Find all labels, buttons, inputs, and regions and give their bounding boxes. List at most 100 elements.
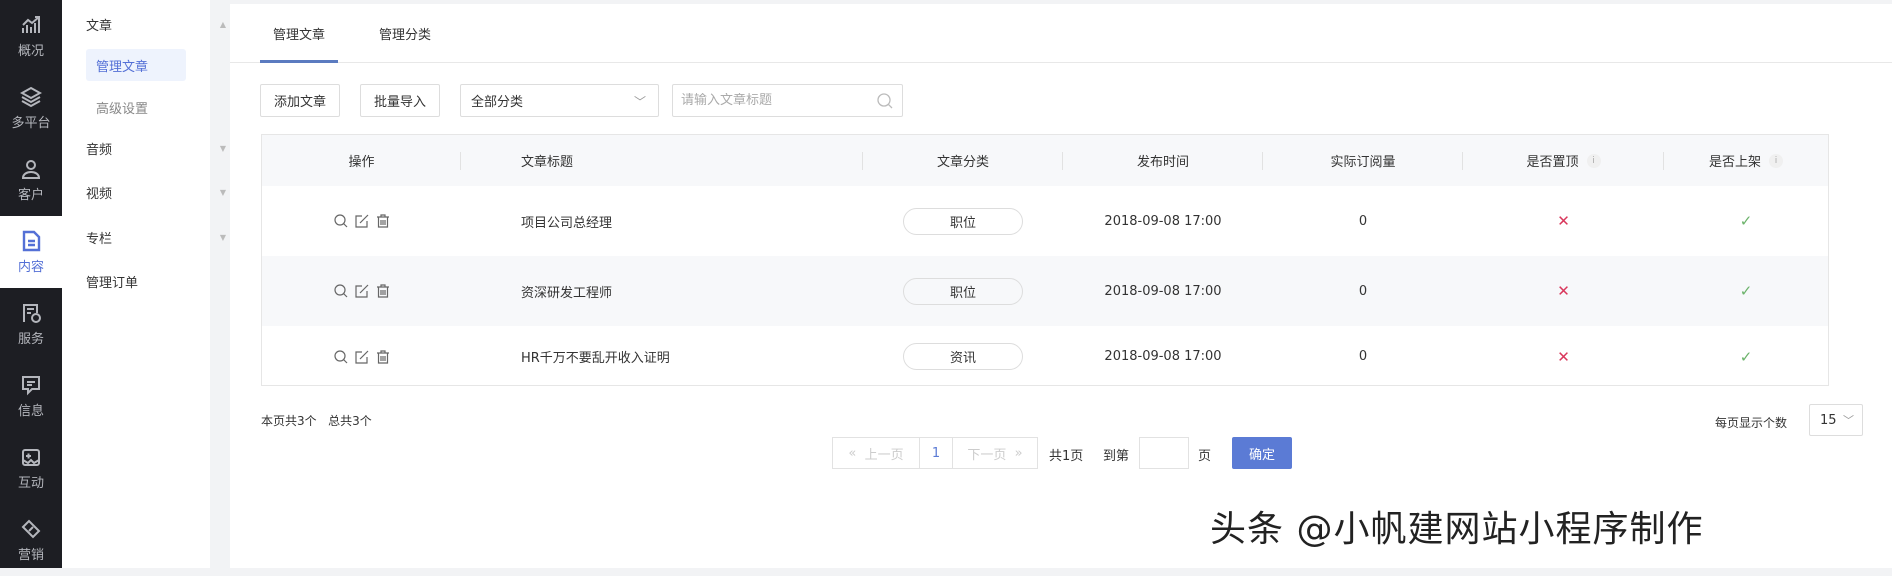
submenu-video[interactable]: 视频 ▼ <box>86 176 248 208</box>
chevron-down-icon: ▼ <box>219 232 226 242</box>
category-cell: 职位 <box>863 256 1063 326</box>
category-select[interactable]: 全部分类 ﹀ <box>460 84 659 117</box>
document-icon <box>22 230 41 251</box>
per-page-value: 15 <box>1820 412 1837 428</box>
nav-item-tag[interactable]: 营销 <box>0 504 62 576</box>
label: 文章 <box>86 18 113 34</box>
header-cell: 实际订阅量 <box>1263 135 1463 186</box>
nav-label: 概况 <box>17 43 44 59</box>
subs-cell: 0 <box>1358 349 1368 364</box>
label: 是否置顶 <box>1526 155 1579 170</box>
info-icon[interactable]: i <box>1586 153 1601 168</box>
listed-cell: ✓ <box>1664 256 1828 326</box>
per-page-label: 每页显示个数 <box>1715 416 1788 430</box>
check-icon: ✓ <box>1739 212 1753 230</box>
chevron-up-icon: ▲ <box>219 19 226 29</box>
cross-icon: ✕ <box>1557 347 1570 366</box>
nav-item-document[interactable]: 内容 <box>0 216 62 288</box>
submenu-audio[interactable]: 音频 ▼ <box>86 132 248 164</box>
subs-cell: 0 <box>1358 213 1368 229</box>
page-count: 本页共3个 <box>261 414 317 428</box>
nav-item-message[interactable]: 信息 <box>0 360 62 432</box>
confirm-button[interactable]: 确定 <box>1232 437 1292 469</box>
chevron-down-icon: ▼ <box>219 143 226 153</box>
category-badge: 资讯 <box>903 343 1023 370</box>
actions-cell <box>262 256 461 326</box>
submenu-advanced[interactable]: 高级设置 <box>86 91 186 123</box>
page-1-button[interactable]: 1 <box>919 437 953 469</box>
chevron-down-icon: ﹀ <box>633 95 646 109</box>
view-icon[interactable] <box>333 349 349 365</box>
nav-item-user[interactable]: 客户 <box>0 144 62 216</box>
category-value: 全部分类 <box>471 95 524 110</box>
time-cell: 2018-09-08 17:00 <box>1104 213 1222 229</box>
nav-label: 内容 <box>17 259 44 275</box>
top-cell: ✕ <box>1463 256 1664 326</box>
content-card: 管理文章 管理分类 添加文章 批量导入 全部分类 ﹀ 操作 文章标题 文章分类 发… <box>230 4 1892 568</box>
nav-label: 信息 <box>17 403 44 419</box>
title-cell: HR千万不要乱开收入证明 <box>521 351 670 366</box>
tab-bar: 管理文章 管理分类 <box>230 4 1892 63</box>
top-cell: ✕ <box>1463 326 1664 387</box>
label: 管理文章 <box>96 59 149 75</box>
tab-manage-category[interactable]: 管理分类 <box>370 24 440 63</box>
nav-label: 营销 <box>17 547 44 563</box>
per-page-select[interactable]: 15 ﹀ <box>1809 404 1863 436</box>
main-nav: 概况多平台 客户内容服务信息互动营销 <box>0 0 62 568</box>
edit-icon[interactable] <box>354 349 370 365</box>
tag-icon <box>21 519 41 538</box>
search-icon[interactable] <box>876 92 894 110</box>
label: 管理订单 <box>86 275 139 291</box>
search-box <box>672 84 903 117</box>
double-left-icon: « <box>848 445 865 461</box>
nav-item-chart[interactable]: 概况 <box>0 0 62 72</box>
subs-cell: 0 <box>1358 283 1368 299</box>
user-icon <box>21 159 41 179</box>
submenu: 文章 ▲ 管理文章 高级设置 音频 ▼ 视频 ▼ 专栏 ▼ 管理订单 <box>62 0 226 568</box>
service-icon <box>23 303 41 323</box>
table-header: 操作 文章标题 文章分类 发布时间 实际订阅量 是否置顶 i 是否上架 i <box>262 135 1828 186</box>
label: 音频 <box>86 142 113 158</box>
watermark: 头条 @小帆建网站小程序制作 <box>1210 509 1704 550</box>
layers-icon <box>20 86 42 107</box>
add-article-button[interactable]: 添加文章 <box>260 84 340 117</box>
tab-manage-article[interactable]: 管理文章 <box>260 24 338 63</box>
message-icon <box>22 375 40 395</box>
delete-icon[interactable] <box>375 349 391 365</box>
view-icon[interactable] <box>333 283 349 299</box>
nav-item-gamepad[interactable]: 互动 <box>0 432 62 504</box>
info-icon[interactable]: i <box>1769 153 1783 168</box>
submenu-article[interactable]: 文章 ▲ <box>86 8 248 40</box>
time-cell: 2018-09-08 17:00 <box>1104 349 1222 364</box>
submenu-column[interactable]: 专栏 ▼ <box>86 221 248 253</box>
batch-import-button[interactable]: 批量导入 <box>360 84 440 117</box>
label: 下一页 <box>967 447 1007 463</box>
actions-cell <box>262 326 461 387</box>
header-cell: 是否上架 i <box>1664 135 1828 186</box>
goto-page-input[interactable] <box>1139 437 1189 469</box>
nav-item-service[interactable]: 服务 <box>0 288 62 360</box>
category-badge: 职位 <box>903 277 1023 305</box>
check-icon: ✓ <box>1739 282 1753 300</box>
edit-icon[interactable] <box>354 213 370 229</box>
label: 专栏 <box>86 231 113 247</box>
top-cell: ✕ <box>1463 186 1664 256</box>
view-icon[interactable] <box>333 213 349 229</box>
search-input[interactable] <box>681 93 871 108</box>
delete-icon[interactable] <box>375 283 391 299</box>
prev-page-button[interactable]: « 上一页 <box>832 437 920 469</box>
submenu-orders[interactable]: 管理订单 <box>86 265 248 297</box>
submenu-manage-article[interactable]: 管理文章 <box>86 49 186 81</box>
nav-label: 互动 <box>17 475 44 491</box>
category-badge: 职位 <box>903 207 1023 235</box>
actions-cell <box>262 186 461 256</box>
next-page-button[interactable]: 下一页 » <box>952 437 1038 469</box>
category-cell: 职位 <box>863 186 1063 256</box>
delete-icon[interactable] <box>375 213 391 229</box>
title-cell: 项目公司总经理 <box>521 215 613 231</box>
header-cell: 文章标题 <box>461 135 863 186</box>
cross-icon: ✕ <box>1557 212 1570 230</box>
edit-icon[interactable] <box>354 283 370 299</box>
label: 视频 <box>86 186 113 202</box>
nav-item-layers[interactable]: 多平台 <box>0 72 62 144</box>
